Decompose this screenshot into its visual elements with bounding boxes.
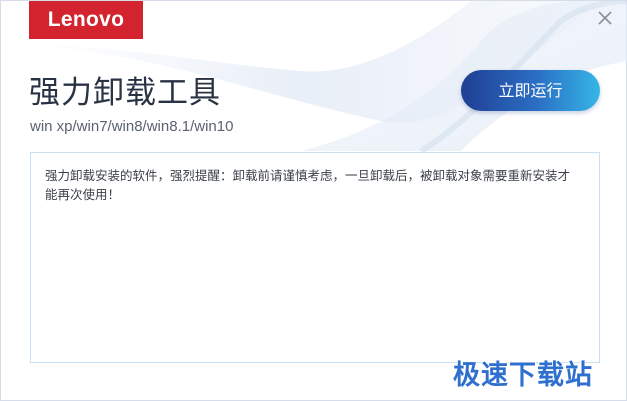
close-button[interactable] (594, 7, 616, 29)
watermark: 极速下载站 (453, 360, 593, 391)
close-icon (598, 11, 612, 25)
lenovo-logo: Lenovo (29, 1, 143, 39)
notice-textbox[interactable]: 强力卸载安装的软件，强烈提醒：卸载前请谨慎考虑，一旦卸载后，被卸载对象需要重新安… (30, 152, 600, 363)
os-compatibility-text: win xp/win7/win8/win8.1/win10 (30, 118, 234, 135)
run-now-button[interactable]: 立即运行 (461, 70, 600, 111)
page-title: 强力卸载工具 (29, 75, 221, 111)
notice-text: 强力卸载安装的软件，强烈提醒：卸载前请谨慎考虑，一旦卸载后，被卸载对象需要重新安… (45, 168, 571, 202)
